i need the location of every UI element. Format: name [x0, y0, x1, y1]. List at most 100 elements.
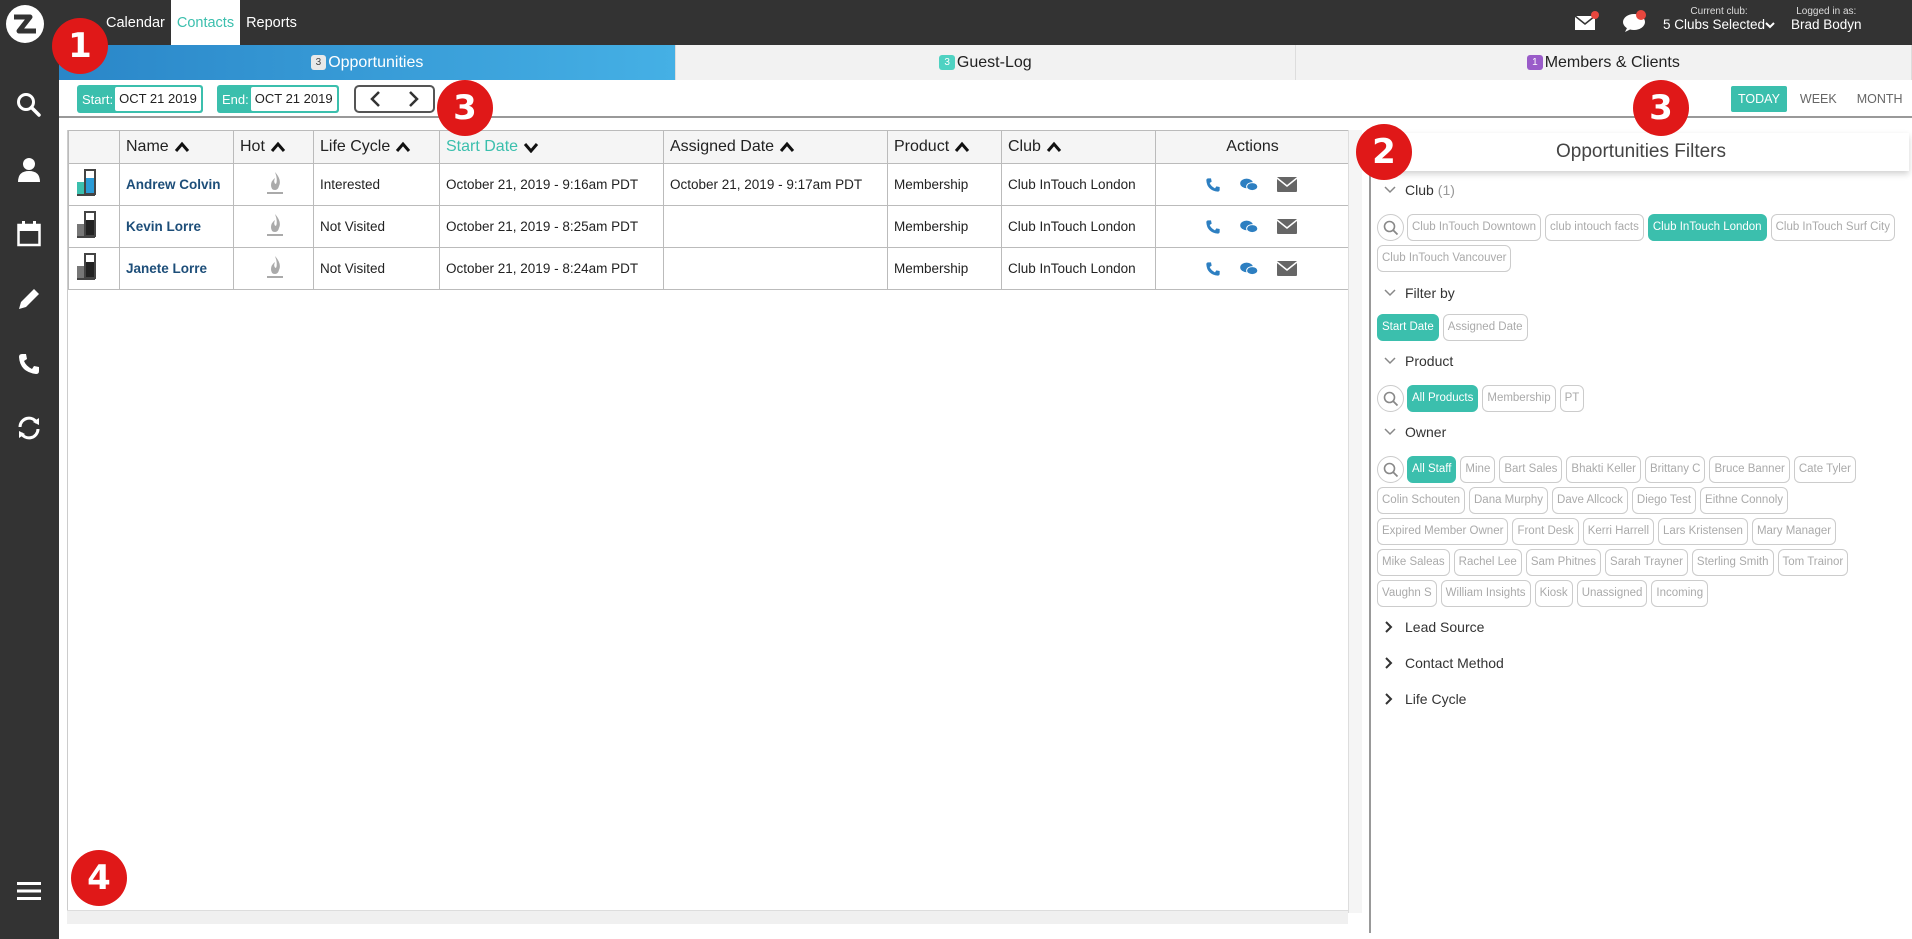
phone-icon[interactable] [12, 347, 46, 381]
sync-icon[interactable] [12, 411, 46, 445]
user-icon[interactable] [12, 153, 46, 187]
tab-members-clients[interactable]: 1 Members & Clients [1296, 45, 1912, 80]
filter-section-product[interactable]: Product [1383, 353, 1453, 369]
owner-chip[interactable]: Front Desk [1512, 518, 1579, 545]
owner-chip[interactable]: Mine [1460, 456, 1496, 483]
filter-section-contact-method[interactable]: Contact Method [1383, 655, 1504, 671]
product-cell: Membership [887, 247, 1002, 290]
contact-name-link[interactable]: Janete Lorre [126, 261, 207, 276]
period-month[interactable]: MONTH [1850, 86, 1910, 112]
chat-icon[interactable] [1239, 261, 1259, 277]
col-lifecycle-header[interactable]: Life Cycle [313, 130, 440, 164]
club-chip[interactable]: Club InTouch Surf City [1770, 214, 1895, 241]
col-name-header[interactable]: Name [119, 130, 234, 164]
owner-chip[interactable]: Eithne Connoly [1700, 487, 1789, 514]
owner-chip[interactable]: Unassigned [1576, 580, 1648, 607]
owner-chip[interactable]: Kiosk [1534, 580, 1573, 607]
filter-section-lead-source[interactable]: Lead Source [1383, 619, 1484, 635]
pencil-icon[interactable] [12, 282, 46, 316]
chat-icon[interactable] [1239, 177, 1259, 193]
next-date-button[interactable] [399, 87, 429, 111]
owner-chip[interactable]: Tom Trainor [1777, 549, 1849, 576]
start-date-picker[interactable]: Start: OCT 21 2019 [77, 85, 203, 113]
phone-icon[interactable] [1205, 261, 1221, 277]
club-cell: Club InTouch London [1001, 247, 1156, 290]
filter-section-owner[interactable]: Owner [1383, 424, 1446, 440]
product-chip[interactable]: Membership [1482, 385, 1556, 412]
club-chip[interactable]: Club InTouch Downtown [1407, 214, 1542, 241]
owner-chip[interactable]: Brittany C [1644, 456, 1706, 483]
email-icon[interactable] [1276, 177, 1297, 192]
owner-chip[interactable]: Rachel Lee [1453, 549, 1522, 576]
flame-icon[interactable] [264, 254, 286, 280]
chat-icon[interactable] [1239, 219, 1259, 235]
owner-chip[interactable]: Diego Test [1631, 487, 1697, 514]
owner-chip[interactable]: Dave Allcock [1552, 487, 1628, 514]
col-startdate-header[interactable]: Start Date [439, 130, 664, 164]
product-search-button[interactable] [1377, 385, 1404, 412]
owner-chip[interactable]: Mary Manager [1751, 518, 1837, 545]
owner-chip[interactable]: Bart Sales [1499, 456, 1563, 483]
owner-chip[interactable]: Incoming [1651, 580, 1709, 607]
email-icon[interactable] [1276, 219, 1297, 234]
table-vertical-scrollbar[interactable] [1348, 130, 1362, 913]
search-icon[interactable] [12, 88, 46, 122]
period-week[interactable]: WEEK [1793, 86, 1844, 112]
club-chip[interactable]: Club InTouch London [1647, 214, 1767, 241]
owner-chip[interactable]: Sterling Smith [1691, 549, 1774, 576]
tab-opportunities[interactable]: 3 Opportunities [59, 45, 676, 80]
owner-search-button[interactable] [1377, 456, 1404, 483]
owner-chip[interactable]: Sam Phitnes [1525, 549, 1602, 576]
tab-guest-log[interactable]: 3 Guest-Log [676, 45, 1296, 80]
owner-chip[interactable]: Colin Schouten [1377, 487, 1465, 514]
mail-icon[interactable] [1574, 10, 1600, 32]
filter-section-club[interactable]: Club (1) [1383, 182, 1455, 198]
email-icon[interactable] [1276, 261, 1297, 276]
owner-chip[interactable]: Kerri Harrell [1582, 518, 1655, 545]
contact-name-link[interactable]: Kevin Lorre [126, 219, 201, 234]
owner-chip[interactable]: Expired Member Owner [1377, 518, 1509, 545]
flame-icon[interactable] [264, 170, 286, 196]
filter-section-life-cycle[interactable]: Life Cycle [1383, 691, 1466, 707]
period-today[interactable]: TODAY [1731, 86, 1787, 112]
phone-icon[interactable] [1205, 177, 1221, 193]
flame-icon[interactable] [264, 212, 286, 238]
app-logo-icon[interactable] [5, 4, 45, 44]
current-club-selector[interactable]: Current club: 5 Clubs Selected [1663, 6, 1775, 32]
calendar-icon[interactable] [12, 217, 46, 251]
table-horizontal-scrollbar[interactable] [67, 910, 1348, 924]
filterby-chip[interactable]: Assigned Date [1442, 314, 1528, 341]
owner-chip[interactable]: Bhakti Keller [1566, 456, 1641, 483]
phone-icon[interactable] [1205, 219, 1221, 235]
filter-section-filterby[interactable]: Filter by [1383, 285, 1455, 301]
club-chip[interactable]: Club InTouch Vancouver [1377, 245, 1512, 272]
filterby-section-label: Filter by [1405, 285, 1455, 301]
product-chip[interactable]: PT [1559, 385, 1585, 412]
menu-icon[interactable] [12, 874, 46, 908]
col-assigneddate-header[interactable]: Assigned Date [663, 130, 888, 164]
owner-chip[interactable]: William Insights [1440, 580, 1531, 607]
owner-chip[interactable]: Mike Saleas [1377, 549, 1450, 576]
col-product-header[interactable]: Product [887, 130, 1002, 164]
owner-chip[interactable]: Cate Tyler [1793, 456, 1857, 483]
club-search-button[interactable] [1377, 214, 1404, 241]
filterby-chip[interactable]: Start Date [1377, 314, 1439, 341]
owner-chip[interactable]: Lars Kristensen [1658, 518, 1748, 545]
nav-reports[interactable]: Reports [240, 0, 303, 45]
contact-name-link[interactable]: Andrew Colvin [126, 177, 221, 192]
end-date-picker[interactable]: End: OCT 21 2019 [217, 85, 339, 113]
owner-chip[interactable]: Dana Murphy [1469, 487, 1549, 514]
actions-cell [1155, 205, 1350, 248]
club-chip[interactable]: club intouch facts [1545, 214, 1644, 241]
owner-chip[interactable]: Sarah Trayner [1605, 549, 1688, 576]
prev-date-button[interactable] [360, 87, 390, 111]
owner-chip[interactable]: All Staff [1407, 456, 1457, 483]
col-hot-header[interactable]: Hot [233, 130, 314, 164]
owner-chip[interactable]: Bruce Banner [1709, 456, 1790, 483]
nav-contacts[interactable]: Contacts [170, 0, 241, 45]
col-club-header[interactable]: Club [1001, 130, 1156, 164]
nav-calendar[interactable]: Calendar [100, 0, 171, 45]
chat-icon[interactable] [1621, 9, 1649, 33]
owner-chip[interactable]: Vaughn S [1377, 580, 1437, 607]
product-chip[interactable]: All Products [1407, 385, 1479, 412]
